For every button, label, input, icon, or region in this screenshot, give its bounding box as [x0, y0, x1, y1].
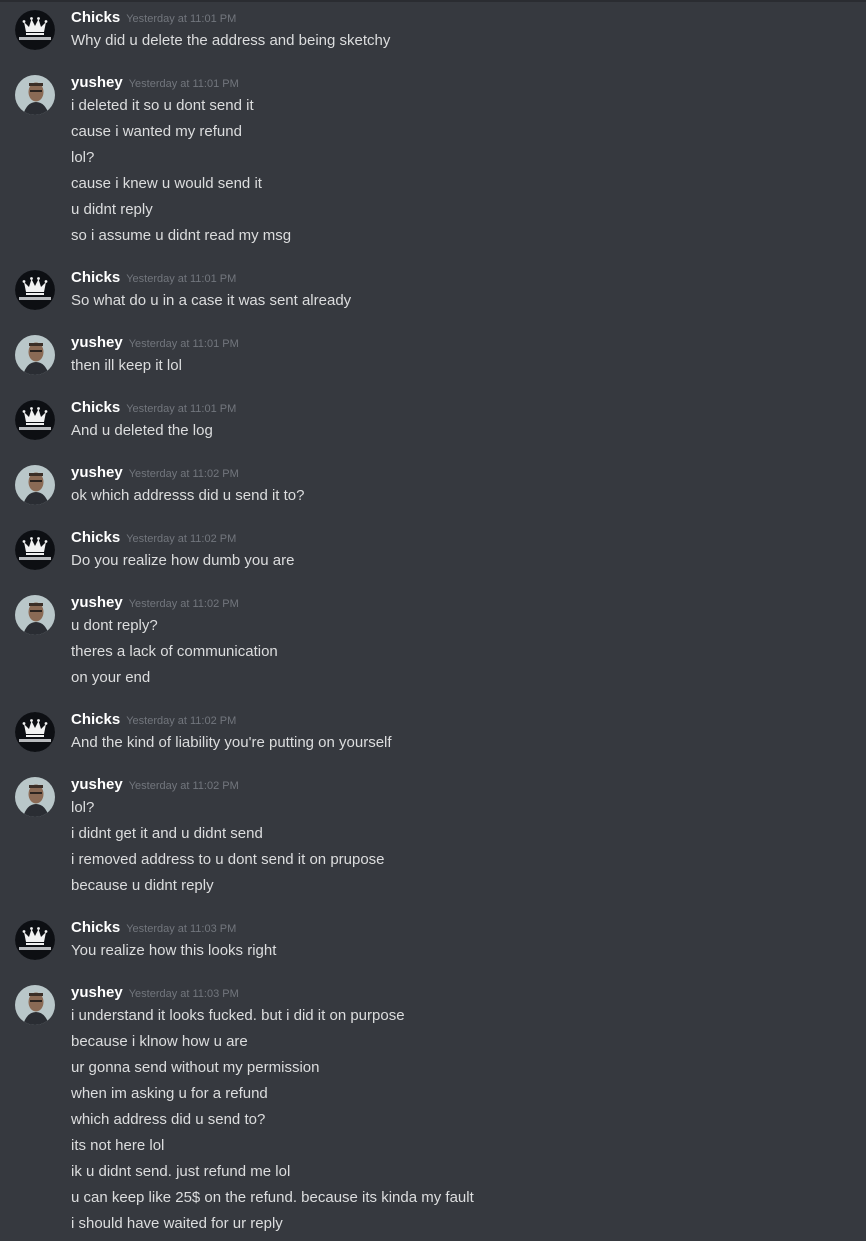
timestamp: Yesterday at 11:02 PM	[128, 598, 239, 610]
timestamp: Yesterday at 11:03 PM	[126, 923, 237, 935]
message-text: Do you realize how dumb you are	[71, 552, 295, 569]
username[interactable]: Chicks	[71, 9, 120, 26]
avatar[interactable]	[15, 985, 55, 1025]
username[interactable]: yushey	[71, 776, 123, 793]
message-header: yushey Yesterday at 11:01 PM	[71, 334, 239, 354]
timestamp: Yesterday at 11:01 PM	[126, 403, 237, 415]
avatar[interactable]	[15, 335, 55, 375]
message-text: theres a lack of communication	[71, 643, 278, 660]
timestamp: Yesterday at 11:02 PM	[128, 468, 239, 480]
timestamp: Yesterday at 11:02 PM	[126, 533, 237, 545]
message-text: ok which addresss did u send it to?	[71, 487, 305, 504]
message-text: so i assume u didnt read my msg	[71, 227, 292, 244]
message-text: Why did u delete the address and being s…	[71, 32, 391, 49]
timestamp: Yesterday at 11:03 PM	[128, 988, 239, 1000]
user-photo-icon	[15, 985, 55, 1025]
crown-logo-icon	[15, 270, 55, 310]
username[interactable]: yushey	[71, 594, 123, 611]
message-text: And u deleted the log	[71, 422, 213, 439]
timestamp: Yesterday at 11:01 PM	[126, 273, 237, 285]
crown-logo-icon	[15, 400, 55, 440]
username[interactable]: yushey	[71, 74, 123, 91]
message-header: yushey Yesterday at 11:02 PM	[71, 464, 239, 484]
message-text: then ill keep it lol	[71, 357, 182, 374]
message-text: lol?	[71, 149, 95, 166]
avatar[interactable]	[15, 712, 55, 752]
message-header: yushey Yesterday at 11:02 PM	[71, 594, 239, 614]
message-header: yushey Yesterday at 11:02 PM	[71, 776, 239, 796]
username[interactable]: Chicks	[71, 269, 120, 286]
message-text: cause i knew u would send it	[71, 175, 262, 192]
user-photo-icon	[15, 75, 55, 115]
timestamp: Yesterday at 11:01 PM	[126, 13, 237, 25]
timestamp: Yesterday at 11:02 PM	[126, 715, 237, 727]
message-text: when im asking u for a refund	[71, 1085, 268, 1102]
avatar[interactable]	[15, 465, 55, 505]
message-text: You realize how this looks right	[71, 942, 277, 959]
timestamp: Yesterday at 11:02 PM	[128, 780, 239, 792]
crown-logo-icon	[15, 712, 55, 752]
message-text: i removed address to u dont send it on p…	[71, 851, 385, 868]
message-list[interactable]: Chicks Yesterday at 11:01 PM Why did u de…	[0, 0, 866, 1241]
message-text: u can keep like 25$ on the refund. becau…	[71, 1189, 474, 1206]
user-photo-icon	[15, 777, 55, 817]
username[interactable]: yushey	[71, 334, 123, 351]
username[interactable]: Chicks	[71, 529, 120, 546]
message-header: Chicks Yesterday at 11:02 PM	[71, 529, 236, 549]
crown-logo-icon	[15, 10, 55, 50]
username[interactable]: Chicks	[71, 399, 120, 416]
message-text: ik u didnt send. just refund me lol	[71, 1163, 291, 1180]
timestamp: Yesterday at 11:01 PM	[128, 338, 239, 350]
message-text: u didnt reply	[71, 201, 153, 218]
user-photo-icon	[15, 465, 55, 505]
message-text: i deleted it so u dont send it	[71, 97, 254, 114]
avatar[interactable]	[15, 270, 55, 310]
message-text: because u didnt reply	[71, 877, 214, 894]
avatar[interactable]	[15, 777, 55, 817]
username[interactable]: yushey	[71, 464, 123, 481]
user-photo-icon	[15, 595, 55, 635]
message-header: Chicks Yesterday at 11:03 PM	[71, 919, 236, 939]
timestamp: Yesterday at 11:01 PM	[128, 78, 239, 90]
avatar[interactable]	[15, 75, 55, 115]
avatar[interactable]	[15, 530, 55, 570]
message-text: lol?	[71, 799, 95, 816]
message-header: Chicks Yesterday at 11:02 PM	[71, 711, 236, 731]
message-header: yushey Yesterday at 11:03 PM	[71, 984, 239, 1004]
message-text: because i klnow how u are	[71, 1033, 248, 1050]
message-text: cause i wanted my refund	[71, 123, 242, 140]
avatar[interactable]	[15, 400, 55, 440]
message-text: And the kind of liability you're putting…	[71, 734, 392, 751]
user-photo-icon	[15, 335, 55, 375]
message-text: on your end	[71, 669, 151, 686]
message-header: yushey Yesterday at 11:01 PM	[71, 74, 239, 94]
message-header: Chicks Yesterday at 11:01 PM	[71, 9, 236, 29]
message-text: i should have waited for ur reply	[71, 1215, 283, 1232]
avatar[interactable]	[15, 920, 55, 960]
avatar[interactable]	[15, 10, 55, 50]
username[interactable]: Chicks	[71, 919, 120, 936]
message-text: which address did u send to?	[71, 1111, 266, 1128]
message-text: i understand it looks fucked. but i did …	[71, 1007, 405, 1024]
message-header: Chicks Yesterday at 11:01 PM	[71, 269, 236, 289]
username[interactable]: yushey	[71, 984, 123, 1001]
username[interactable]: Chicks	[71, 711, 120, 728]
crown-logo-icon	[15, 920, 55, 960]
avatar[interactable]	[15, 595, 55, 635]
message-text: ur gonna send without my permission	[71, 1059, 320, 1076]
message-text: i didnt get it and u didnt send	[71, 825, 263, 842]
message-header: Chicks Yesterday at 11:01 PM	[71, 399, 236, 419]
message-text: u dont reply?	[71, 617, 158, 634]
message-text: So what do u in a case it was sent alrea…	[71, 292, 352, 309]
crown-logo-icon	[15, 530, 55, 570]
message-text: its not here lol	[71, 1137, 165, 1154]
